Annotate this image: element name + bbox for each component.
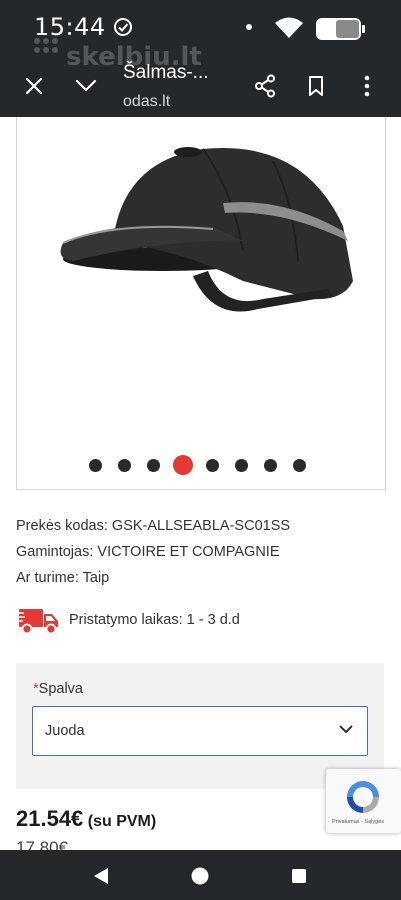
wifi-icon: [274, 16, 304, 45]
carousel-dot[interactable]: [89, 458, 102, 472]
product-gallery: [16, 117, 386, 490]
check-circle-icon: [113, 17, 133, 42]
delivery-label: Pristatymo laikas:: [69, 612, 183, 628]
spec-value: Taip: [82, 570, 110, 586]
recents-button[interactable]: [287, 864, 311, 888]
spec-product-code: Prekės kodas: GSK-ALLSEABLA-SC01SS: [16, 513, 290, 539]
spec-manufacturer: Gamintojas: VICTOIRE ET COMPAGNIE: [16, 539, 290, 565]
recaptcha-icon: [347, 781, 379, 813]
watermark-logo-icon: [34, 38, 58, 53]
share-button[interactable]: [249, 70, 281, 102]
delivery-value: 1 - 3 d.d: [186, 612, 240, 628]
recaptcha-links[interactable]: Privatumas - Sąlygos: [332, 819, 384, 825]
carousel-dot[interactable]: [293, 458, 306, 472]
color-select[interactable]: Juoda: [32, 706, 368, 756]
product-specs: Prekės kodas: GSK-ALLSEABLA-SC01SS Gamin…: [16, 513, 290, 591]
recaptcha-badge[interactable]: Privatumas - Sąlygos: [326, 769, 401, 833]
color-option-label: *Spalva: [33, 681, 83, 697]
back-triangle-icon: [94, 868, 108, 884]
spec-value: VICTOIRE ET COMPAGNIE: [97, 544, 280, 560]
minimize-button[interactable]: [70, 70, 102, 102]
system-navigation-bar: [0, 850, 401, 900]
bookmark-icon: [309, 76, 323, 96]
delivery-truck-icon: [16, 609, 58, 635]
home-button[interactable]: [188, 864, 212, 888]
carousel-dot[interactable]: [235, 458, 248, 472]
spec-value: GSK-ALLSEABLA-SC01SS: [111, 518, 291, 534]
close-button[interactable]: [18, 70, 50, 102]
carousel-dot[interactable]: [206, 458, 219, 472]
price-vat-label: (su PVM): [87, 813, 157, 830]
spec-in-stock: Ar turime: Taip: [16, 565, 290, 591]
recents-square-icon: [292, 869, 306, 883]
close-icon: [25, 77, 43, 95]
home-circle-icon: [191, 867, 209, 885]
price-with-vat: 21.54€: [16, 806, 84, 831]
notification-dot-icon: [246, 24, 252, 30]
color-select-value: Juoda: [45, 723, 85, 739]
back-button[interactable]: [89, 864, 113, 888]
share-icon: [255, 74, 275, 98]
more-vert-icon: [364, 75, 370, 97]
carousel-indicators: [89, 455, 322, 475]
carousel-dot[interactable]: [118, 458, 131, 472]
bookmark-button[interactable]: [300, 70, 332, 102]
carousel-dot[interactable]: [147, 458, 160, 472]
more-options-button[interactable]: [351, 70, 383, 102]
spec-label: Prekės kodas:: [16, 518, 108, 534]
battery-icon: [314, 16, 368, 47]
option-label-text: Spalva: [38, 681, 83, 697]
price: 21.54€ (su PVM): [16, 806, 156, 832]
chevron-down-icon: [75, 79, 97, 92]
spec-label: Ar turime:: [16, 570, 79, 586]
page-title: Šalmas-...: [123, 62, 209, 83]
delivery-info: Pristatymo laikas: 1 - 3 d.d: [16, 602, 240, 638]
custom-tab-toolbar: skelbiu.lt Šalmas-... odas.lt: [0, 38, 401, 117]
spec-label: Gamintojas:: [16, 544, 94, 560]
carousel-dot[interactable]: [264, 458, 277, 472]
carousel-dot-active[interactable]: [173, 455, 193, 475]
page-url: odas.lt: [123, 93, 171, 110]
delivery-text: Pristatymo laikas: 1 - 3 d.d: [69, 612, 240, 628]
chevron-down-icon: [339, 725, 353, 733]
product-image[interactable]: [43, 131, 363, 351]
